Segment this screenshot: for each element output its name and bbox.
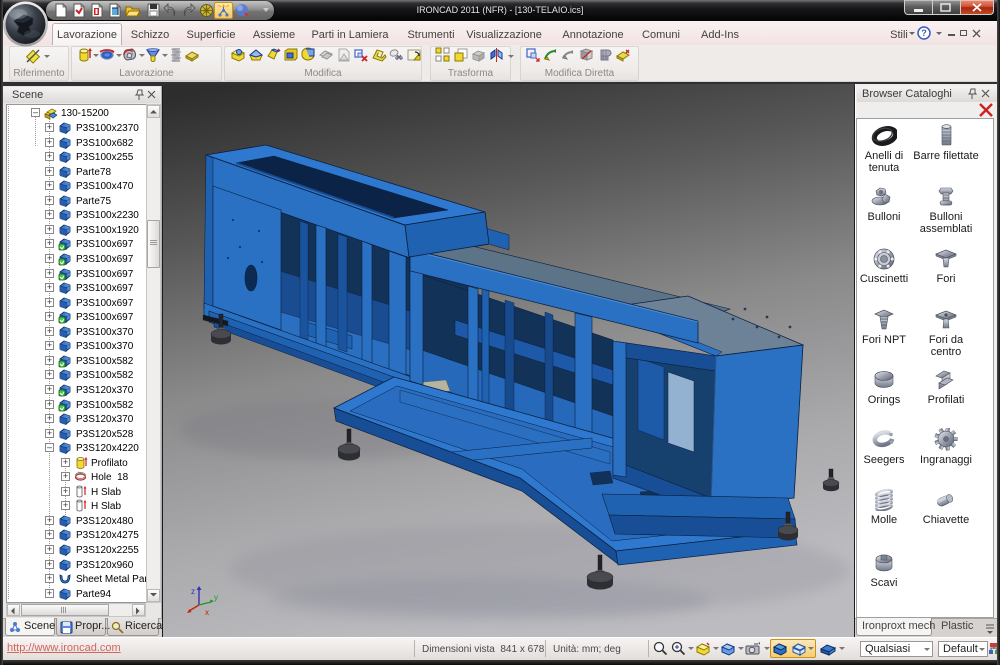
svg-text:?: ?	[921, 28, 927, 38]
svg-text:y: y	[214, 593, 218, 602]
svg-text:x: x	[205, 608, 209, 617]
svg-text:z: z	[191, 587, 195, 596]
